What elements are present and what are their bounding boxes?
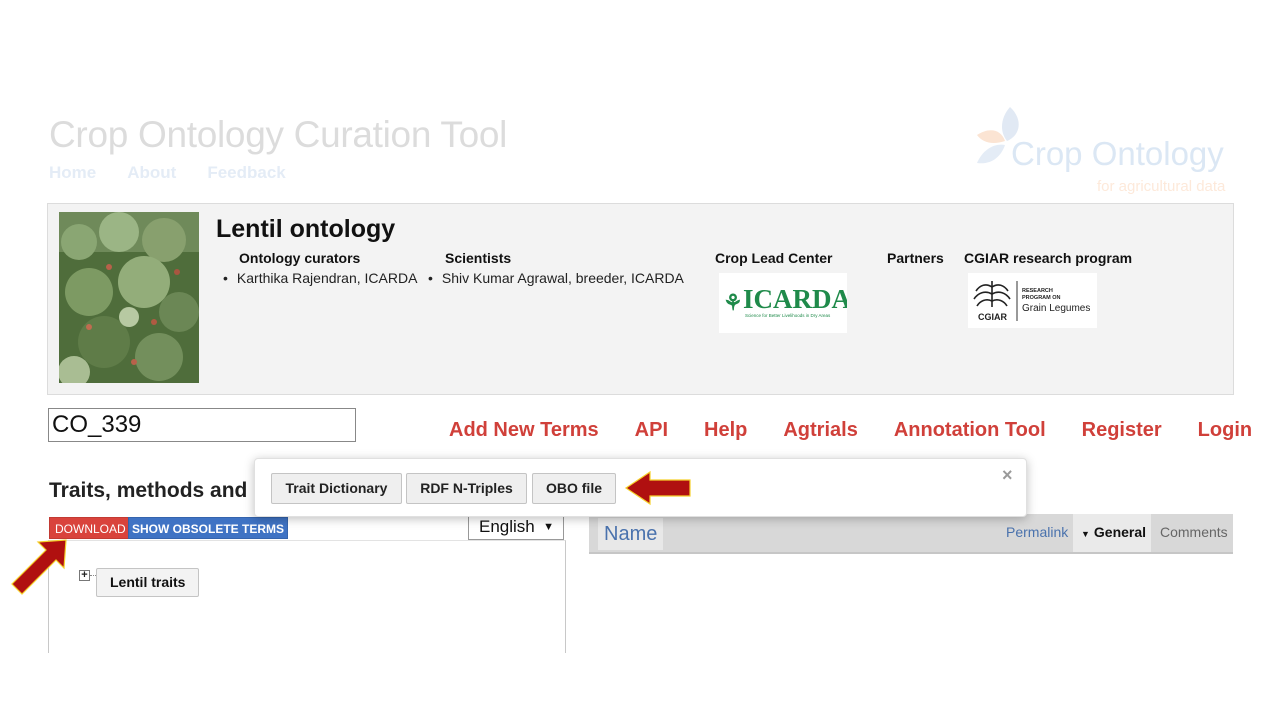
tab-general-label: General [1093, 524, 1147, 540]
plant-photo [59, 212, 199, 383]
register-link[interactable]: Register [1082, 419, 1162, 442]
nav-about-link[interactable]: About [127, 163, 176, 183]
trait-dictionary-button[interactable]: Trait Dictionary [271, 473, 402, 504]
ontology-info-panel: Lentil ontology Ontology curators Karthi… [47, 203, 1234, 395]
scientist-item: Shiv Kumar Agrawal, breeder, ICARDA [442, 270, 684, 286]
curators-heading: Ontology curators [239, 250, 361, 266]
site-title: Crop Ontology Curation Tool [49, 114, 508, 155]
rdf-n-triples-button[interactable]: RDF N-Triples [406, 473, 527, 504]
obo-file-button[interactable]: OBO file [532, 473, 616, 504]
download-button[interactable]: DOWNLOAD [49, 517, 132, 539]
show-obsolete-terms-button[interactable]: SHOW OBSOLETE TERMS [128, 517, 289, 539]
icarda-logo-text: ICARDA [743, 284, 847, 314]
search-input[interactable] [48, 408, 356, 442]
lead-center-heading: Crop Lead Center [715, 250, 833, 266]
svg-text:⚘: ⚘ [723, 290, 743, 315]
icarda-logo[interactable]: ⚘ ICARDA Science for Better Livelihoods … [719, 273, 852, 333]
annotation-tool-link[interactable]: Annotation Tool [894, 419, 1046, 442]
login-link[interactable]: Login [1198, 419, 1252, 442]
caret-down-icon: ▼ [1081, 529, 1090, 539]
tab-permalink[interactable]: Permalink [1006, 524, 1068, 540]
cgiar-heading: CGIAR research program [964, 250, 1133, 266]
brand-tagline: for agricultural data [1097, 178, 1226, 195]
icarda-logo-tagline: Science for Better Livelihoods in Dry Ar… [745, 313, 831, 318]
curators-list: Karthika Rajendran, ICARDA [237, 270, 418, 286]
api-link[interactable]: API [635, 419, 668, 442]
tree-node-lentil-traits[interactable]: Lentil traits [96, 568, 200, 597]
tree-expand-icon[interactable]: + [79, 570, 90, 581]
agtrials-link[interactable]: Agtrials [783, 419, 857, 442]
scientists-list: Shiv Kumar Agrawal, breeder, ICARDA [442, 270, 684, 286]
close-icon[interactable]: × [1002, 465, 1013, 486]
partners-heading: Partners [887, 250, 944, 266]
tab-general[interactable]: ▼ General [1073, 514, 1151, 552]
crop-ontology-logo[interactable]: Crop Ontology for agricultural data [975, 105, 1235, 197]
section-title: Traits, methods and s [49, 479, 265, 502]
chevron-down-icon: ▼ [543, 521, 554, 533]
annotation-arrow-icon [624, 470, 691, 506]
nav-feedback-link[interactable]: Feedback [207, 163, 285, 183]
language-select[interactable]: English ▼ [468, 514, 564, 540]
curator-item: Karthika Rajendran, ICARDA [237, 270, 418, 286]
svg-text:PROGRAM ON: PROGRAM ON [1022, 295, 1061, 301]
nav-home-link[interactable]: Home [49, 163, 96, 183]
help-link[interactable]: Help [704, 419, 747, 442]
language-value: English [479, 517, 535, 536]
annotation-arrow-icon [11, 539, 67, 595]
detail-name-label: Name [598, 518, 664, 550]
scientists-heading: Scientists [445, 250, 512, 266]
top-nav: Home About Feedback [49, 163, 286, 183]
svg-text:RESEARCH: RESEARCH [1022, 288, 1053, 294]
cgiar-wordmark: CGIAR [978, 312, 1008, 322]
ontology-title: Lentil ontology [216, 215, 396, 243]
tab-comments[interactable]: Comments [1160, 524, 1228, 540]
svg-text:Grain Legumes: Grain Legumes [1022, 303, 1090, 314]
brand-name: Crop Ontology [1011, 135, 1224, 172]
cgiar-logo[interactable]: CGIAR RESEARCH PROGRAM ON Grain Legumes [968, 273, 1097, 328]
main-nav: Add New Terms API Help Agtrials Annotati… [449, 419, 1252, 442]
add-new-terms-link[interactable]: Add New Terms [449, 419, 599, 442]
